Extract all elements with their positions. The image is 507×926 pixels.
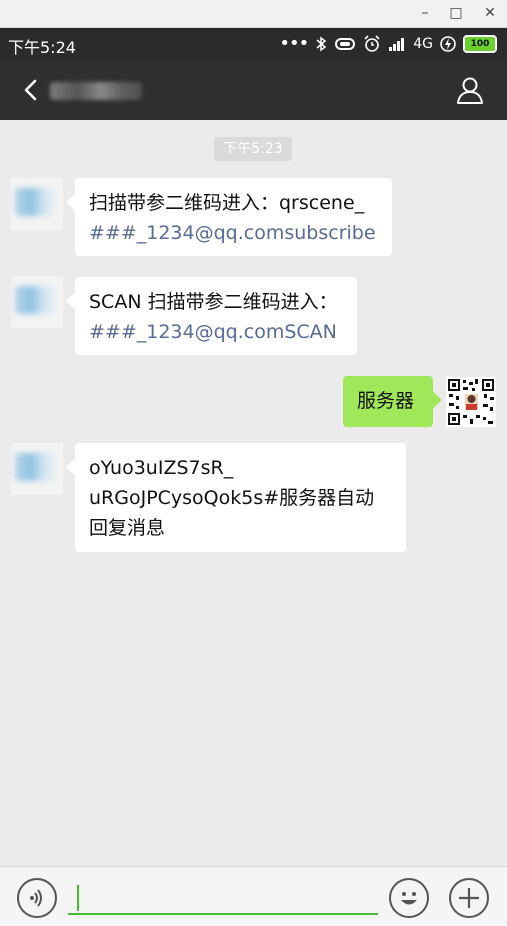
message-text: 服务器 [357,390,415,412]
message-link[interactable]: ###_1234@qq.comSCAN [89,321,337,343]
message-text-line: 回复消息 [89,517,166,539]
sender-avatar[interactable] [11,276,63,328]
alarm-icon [364,35,380,52]
minimize-button[interactable]: – [410,0,440,27]
message-text-line: oYuo3uIZS7sR_ [89,457,234,479]
more-notifications-icon: ••• [279,33,309,54]
chat-info-person-icon[interactable] [455,75,485,105]
close-button[interactable]: ✕ [475,0,505,27]
signal-icon [389,38,405,51]
battery-icon: 100 [463,35,497,53]
maximize-button[interactable]: □ [441,0,471,27]
sender-avatar[interactable] [11,443,63,495]
message-bubble[interactable]: oYuo3uIZS7sR_ uRGoJPCysoQok5s#服务器自动 回复消息 [75,443,406,552]
message-text: SCAN 扫描带参二维码进入： [89,291,338,313]
chat-input-bar [0,866,507,926]
plus-icon [459,888,479,908]
back-arrow-icon[interactable] [18,76,46,104]
outgoing-message-bubble[interactable]: 服务器 [343,376,433,427]
emoji-smile-icon [401,892,417,905]
status-bar: 下午5:24 ••• 4G 100 [0,28,507,60]
text-cursor [77,885,79,911]
sender-avatar[interactable] [11,178,63,230]
message-bubble[interactable]: SCAN 扫描带参二维码进入： ###_1234@qq.comSCAN [75,277,357,355]
message-timestamp: 下午5:23 [214,137,292,161]
message-link[interactable]: ###_1234@qq.comsubscribe [89,222,376,244]
network-type: 4G [413,36,433,52]
charging-icon [440,36,456,52]
bluetooth-icon [316,36,327,52]
chat-header [0,60,507,120]
status-time: 下午5:24 [8,38,76,57]
voice-icon [30,889,42,907]
voice-input-button[interactable] [17,878,57,918]
contact-name-blurred [50,82,142,100]
message-text-input[interactable] [68,881,378,915]
message-bubble[interactable]: 扫描带参二维码进入：qrscene_ ###_1234@qq.comsubscr… [75,178,392,256]
my-avatar-qr-code-image[interactable] [446,377,496,427]
more-options-button[interactable] [449,878,489,918]
message-text: 扫描带参二维码进入：qrscene_ [89,192,365,214]
message-text-line: uRGoJPCysoQok5s#服务器自动 [89,487,375,509]
window-titlebar: – □ ✕ [0,0,507,28]
emoji-button[interactable] [389,878,429,918]
vibrate-icon [335,38,356,50]
